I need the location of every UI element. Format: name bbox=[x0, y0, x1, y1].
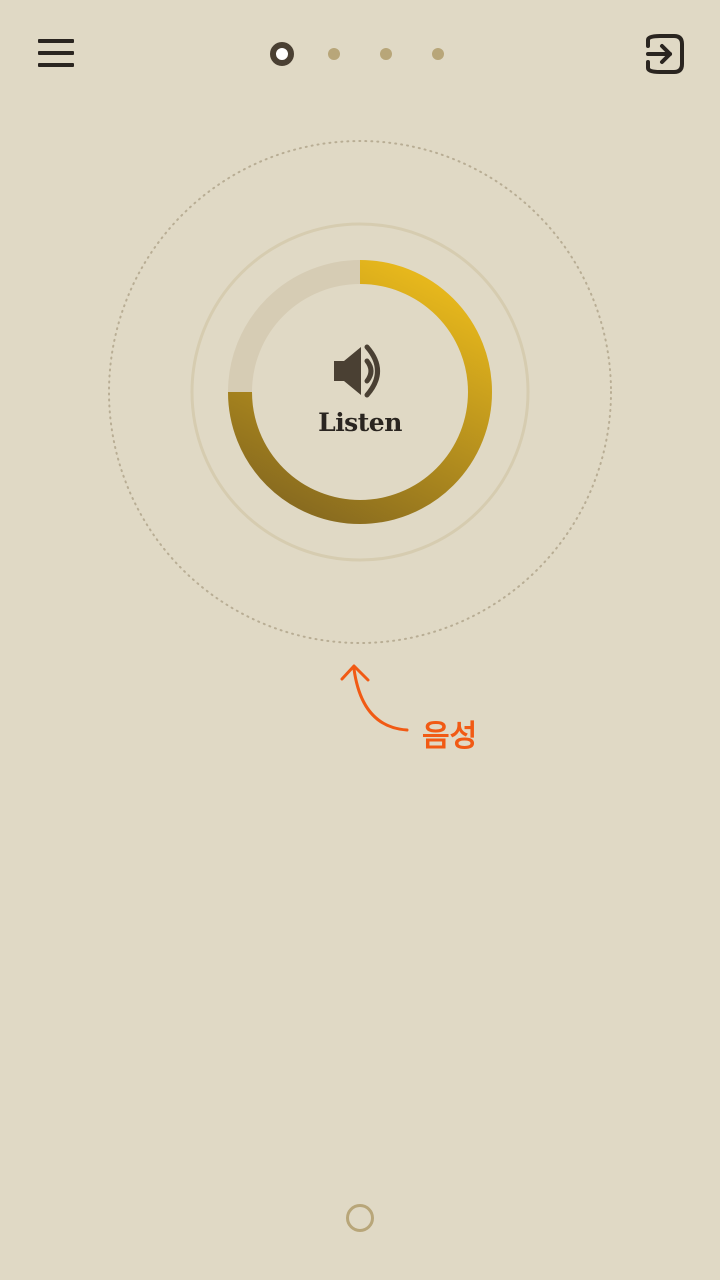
page-indicator bbox=[266, 40, 456, 68]
listen-button[interactable]: Listen bbox=[252, 284, 468, 500]
curved-arrow-icon bbox=[340, 664, 409, 732]
page-dot-4[interactable] bbox=[432, 48, 444, 60]
page-dot-2[interactable] bbox=[328, 48, 340, 60]
speaker-volume-icon bbox=[332, 344, 390, 398]
home-circle-icon[interactable] bbox=[346, 1204, 374, 1232]
page-dot-1[interactable] bbox=[270, 42, 294, 66]
sign-in-icon[interactable] bbox=[638, 28, 690, 80]
page-dot-3[interactable] bbox=[380, 48, 392, 60]
hamburger-menu-icon[interactable] bbox=[30, 30, 82, 78]
listen-label: Listen bbox=[318, 408, 402, 437]
top-bar bbox=[0, 0, 720, 108]
voice-label: 음성 bbox=[422, 719, 478, 754]
listen-player: Listen bbox=[0, 130, 720, 660]
voice-annotation: 음성 bbox=[330, 655, 530, 765]
